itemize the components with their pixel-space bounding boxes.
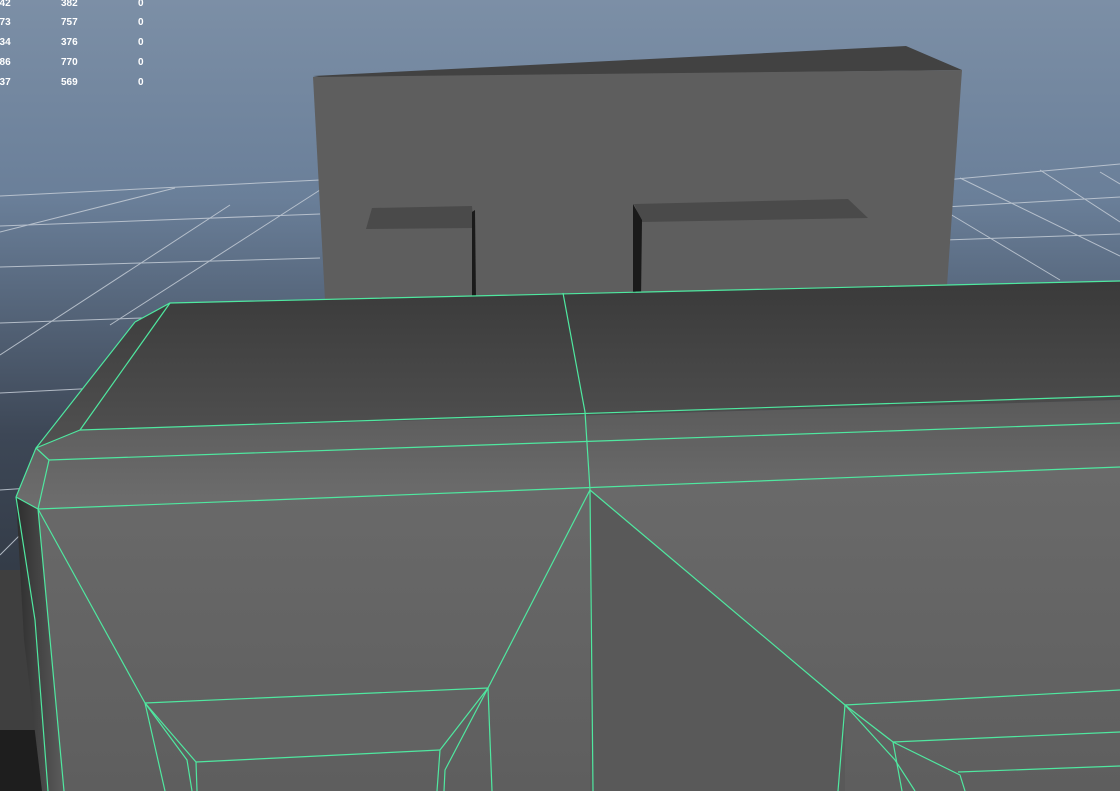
grid-line <box>959 177 1120 257</box>
hud-value: 382 <box>61 0 78 9</box>
hud-value: 0 <box>138 0 144 9</box>
hud-row: 386 770 0 <box>0 57 160 71</box>
background-box <box>313 46 962 300</box>
hud-value: 0 <box>138 77 144 88</box>
hud-value: 770 <box>61 57 78 68</box>
hud-value: 0 <box>138 57 144 68</box>
grid-line <box>0 179 321 197</box>
hud-row: 573 757 0 <box>0 17 160 31</box>
hud-readout: 342 382 0 573 757 0 334 376 0 386 770 0 … <box>0 0 160 92</box>
hud-value: 376 <box>61 37 78 48</box>
hud-value: 386 <box>0 57 11 68</box>
grid-line <box>944 163 1120 181</box>
hud-row: 537 569 0 <box>0 77 160 91</box>
grid-line <box>1099 171 1120 185</box>
left-slot-top-face <box>366 206 474 229</box>
hud-value: 757 <box>61 17 78 28</box>
foreground-mesh <box>15 280 1120 791</box>
hud-value: 342 <box>0 0 11 9</box>
grid-line <box>944 233 1120 241</box>
hud-row: 342 382 0 <box>0 0 160 12</box>
hud-value: 537 <box>0 77 11 88</box>
3d-viewport[interactable]: 342 382 0 573 757 0 334 376 0 386 770 0 … <box>0 0 1120 791</box>
hud-row: 334 376 0 <box>0 37 160 51</box>
hud-value: 569 <box>61 77 78 88</box>
grid-line <box>949 213 1061 281</box>
grid-line <box>1039 169 1120 223</box>
hud-value: 334 <box>0 37 11 48</box>
hud-value: 0 <box>138 37 144 48</box>
grid-line <box>0 257 321 268</box>
hud-value: 0 <box>138 17 144 28</box>
scene-svg[interactable] <box>0 0 1120 791</box>
grid-line <box>0 534 21 556</box>
hud-value: 573 <box>0 17 11 28</box>
right-slot-side-face <box>633 204 642 300</box>
